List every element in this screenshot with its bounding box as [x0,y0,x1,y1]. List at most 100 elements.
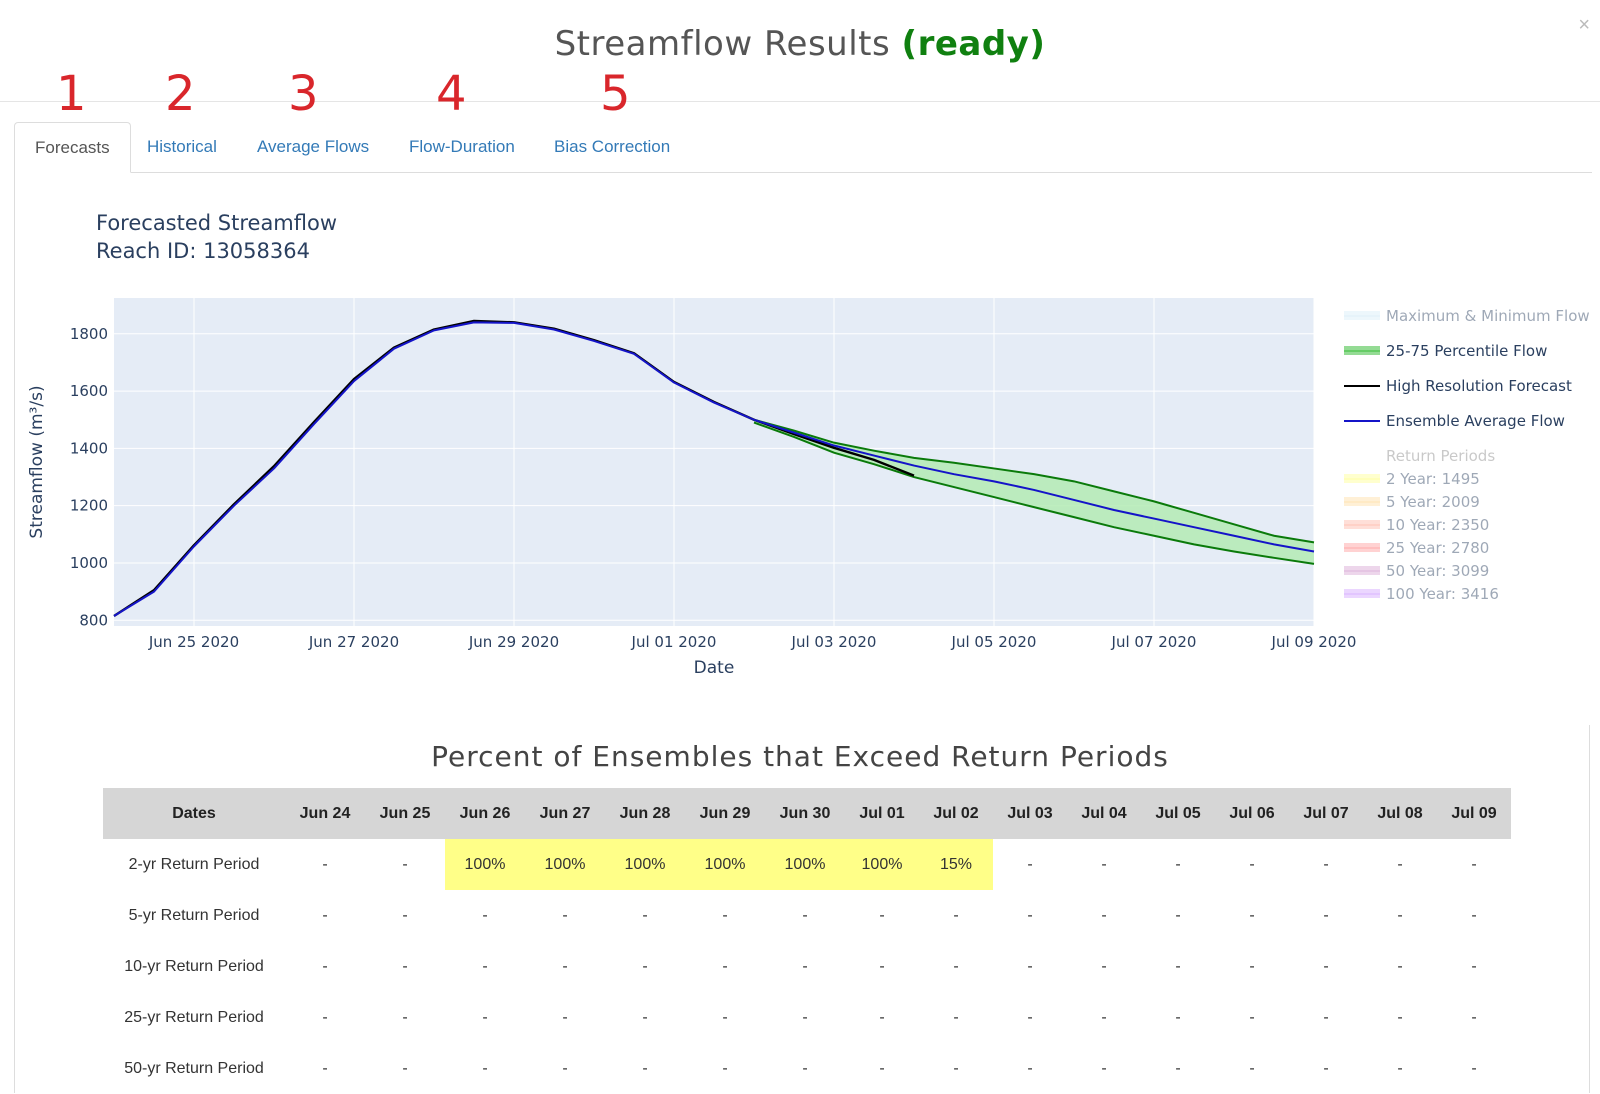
table-cell: - [1471,855,1477,873]
column-header: Dates [103,788,285,839]
table-cell: - [722,1008,728,1026]
column-header: Jun 27 [525,788,605,839]
table-cell: - [562,1008,568,1026]
table-row: 25-yr Return Period - - - - - - - - - - - - - - - - [103,992,1511,1043]
tab-number-4: 4 [436,66,467,122]
legend-label: 10 Year: 2350 [1386,516,1489,534]
table-cell: - [1323,957,1329,975]
table-cell: - [1397,1008,1403,1026]
table-cell: - [1397,957,1403,975]
y-tick-label: 1800 [70,325,108,343]
tab-number-2: 2 [165,66,196,122]
table-cell: - [1323,855,1329,873]
table-cell: - [322,855,328,873]
y-tick-label: 800 [79,611,108,629]
row-label: 50-yr Return Period [124,1059,264,1077]
legend-label: High Resolution Forecast [1386,377,1572,395]
column-header: Jun 28 [605,788,685,839]
table-cell: - [322,957,328,975]
status-badge: (ready) [901,24,1046,64]
table-cell: - [1027,855,1033,873]
y-tick-label: 1400 [70,439,108,457]
legend-label: 50 Year: 3099 [1386,562,1489,580]
legend-label: 100 Year: 3416 [1386,585,1499,603]
row-label: 10-yr Return Period [124,957,264,975]
column-header: Jun 30 [765,788,845,839]
tab-historical[interactable]: Historical [127,122,237,172]
forecast-chart[interactable]: Forecasted Streamflow Reach ID: 13058364… [0,180,1600,700]
table-cell: - [1027,957,1033,975]
tab-bar: Forecasts Historical Average Flows Flow-… [14,122,1592,173]
table-cell: - [1175,1059,1181,1077]
x-tick-label: Jun 25 2020 [148,633,239,651]
x-tick-label: Jun 27 2020 [308,633,399,651]
tab-average-flows[interactable]: Average Flows [237,122,389,172]
modal-title: Streamflow Results (ready) [0,24,1600,64]
table-cell: - [802,1008,808,1026]
chart-title-line2: Reach ID: 13058364 [96,239,310,263]
table-cell: - [482,906,488,924]
table-cell: - [642,1008,648,1026]
table-cell: - [402,906,408,924]
table-cell: - [953,1008,959,1026]
table-cell: - [1175,855,1181,873]
table-cell: - [482,1059,488,1077]
table-cell: - [1101,1059,1107,1077]
legend-label: 25-75 Percentile Flow [1386,342,1547,360]
y-tick-label: 1600 [70,382,108,400]
close-button[interactable]: × [1578,14,1590,37]
row-label: 25-yr Return Period [124,1008,264,1026]
table-cell: 15% [919,839,993,890]
table-cell: - [562,906,568,924]
table-cell: - [322,1059,328,1077]
table-cell: - [402,1008,408,1026]
legend-item: Return Periods [1386,447,1495,465]
table-cell: - [482,957,488,975]
table-cell: - [953,1059,959,1077]
table-cell: - [322,1008,328,1026]
legend-item: 25 Year: 2780 [1344,539,1489,557]
column-header: Jul 09 [1437,788,1511,839]
column-header: Jun 25 [365,788,445,839]
table-cell: - [482,1008,488,1026]
column-header: Jul 03 [993,788,1067,839]
legend-label: 2 Year: 1495 [1386,470,1480,488]
table-cell: - [562,957,568,975]
chart-legend[interactable]: Maximum & Minimum Flow 25-75 Percentile F… [1344,307,1590,603]
legend-item: 10 Year: 2350 [1344,516,1489,534]
title-divider [0,101,1600,102]
table-cell: - [1101,1008,1107,1026]
legend-item: 100 Year: 3416 [1344,585,1499,603]
table-cell: - [402,1059,408,1077]
row-label: 5-yr Return Period [128,906,260,924]
legend-item: 25-75 Percentile Flow [1344,342,1547,360]
legend-item: Ensemble Average Flow [1344,412,1565,430]
modal-title-text: Streamflow Results [554,24,891,64]
table-cell: - [802,1059,808,1077]
table-cell: - [1175,1008,1181,1026]
y-axis-label: Streamflow (m³/s) [27,385,47,538]
tab-flow-duration[interactable]: Flow-Duration [389,122,535,172]
table-cell: - [1249,1059,1255,1077]
table-cell: - [1249,855,1255,873]
x-axis-ticks: Jun 25 2020 Jun 27 2020 Jun 29 2020 Jul 01 … [148,633,1357,651]
table-cell: 100% [765,839,845,890]
column-header: Jul 07 [1289,788,1363,839]
table-cell: - [402,957,408,975]
table-cell: - [1249,957,1255,975]
table-cell: - [1323,1059,1329,1077]
x-tick-label: Jul 01 2020 [631,633,717,651]
table-cell: - [953,957,959,975]
table-cell: 100% [605,839,685,890]
table-cell: 100% [845,839,919,890]
table-cell: - [1471,906,1477,924]
plot-area[interactable] [114,298,1314,626]
table-cell: - [722,1059,728,1077]
table-cell: - [722,957,728,975]
tab-forecasts[interactable]: Forecasts [14,122,131,173]
tab-bias-correction[interactable]: Bias Correction [534,122,690,172]
column-header: Jun 29 [685,788,765,839]
column-header: Jul 02 [919,788,993,839]
legend-label: Return Periods [1386,447,1495,465]
legend-item: High Resolution Forecast [1344,377,1572,395]
